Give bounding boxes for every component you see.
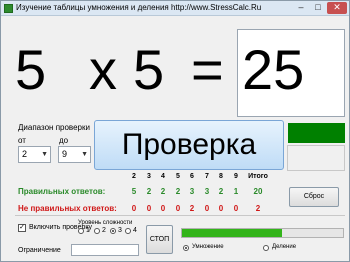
correct-count: 2 — [160, 187, 166, 196]
difficulty-radio-1[interactable] — [78, 228, 84, 234]
wrong-count-total: 2 — [255, 204, 261, 213]
difficulty-radio-3[interactable] — [110, 228, 116, 234]
from-select-value: 2 — [22, 149, 28, 159]
to-label: до — [59, 136, 69, 145]
progress-fill — [182, 229, 282, 237]
wrong-count: 0 — [233, 204, 239, 213]
mode-divide-radio[interactable] — [263, 245, 269, 251]
app-window: Изучение таблицы умножения и деления htt… — [0, 0, 350, 262]
difficulty-radio-2[interactable] — [94, 228, 100, 234]
wrong-count: 0 — [146, 204, 152, 213]
column-header: 4 — [161, 173, 165, 180]
stop-button[interactable]: СТОП — [146, 225, 173, 254]
status-indicator — [288, 123, 345, 143]
operand-b: 5 — [133, 38, 165, 101]
correct-count: 2 — [175, 187, 181, 196]
column-header: 7 — [205, 173, 209, 180]
correct-answers-label: Правильных ответов: — [18, 187, 106, 196]
correct-count: 2 — [146, 187, 152, 196]
difficulty-radio-4[interactable] — [125, 228, 131, 234]
correct-count: 5 — [131, 187, 137, 196]
wrong-count: 0 — [204, 204, 210, 213]
total-header: Итого — [248, 173, 268, 180]
correct-count-total: 20 — [253, 187, 263, 196]
wrong-count: 0 — [131, 204, 137, 213]
window-title: Изучение таблицы умножения и деления htt… — [16, 3, 262, 12]
minimize-button[interactable]: – — [293, 2, 309, 14]
progress-bar — [181, 228, 344, 238]
wrong-count: 0 — [160, 204, 166, 213]
answer-value: 25 — [242, 38, 305, 101]
from-label: от — [18, 136, 26, 145]
maximize-button[interactable]: □ — [310, 2, 326, 14]
mode-multiply-radio[interactable] — [183, 245, 189, 251]
column-header: 6 — [190, 173, 194, 180]
from-select[interactable]: 2 ▼ — [18, 146, 51, 163]
correct-count: 1 — [233, 187, 239, 196]
difficulty-radio-label: 2 — [102, 227, 106, 234]
wrong-count: 0 — [218, 204, 224, 213]
equals-sign: = — [191, 38, 224, 101]
chevron-down-icon: ▼ — [41, 151, 48, 158]
to-select[interactable]: 9 ▼ — [58, 146, 91, 163]
column-header: 9 — [234, 173, 238, 180]
difficulty-radio-label: 1 — [86, 227, 90, 234]
limit-label: Ограничение — [18, 247, 61, 254]
operand-a: 5 — [15, 38, 47, 101]
app-icon — [4, 4, 13, 13]
reset-button[interactable]: Сброс — [289, 187, 339, 207]
correct-count: 3 — [189, 187, 195, 196]
difficulty-radio-label: 3 — [118, 227, 122, 234]
limit-input[interactable] — [71, 244, 139, 256]
chevron-down-icon: ▼ — [81, 151, 88, 158]
column-header: 5 — [176, 173, 180, 180]
wrong-count: 2 — [189, 204, 195, 213]
column-header: 2 — [132, 173, 136, 180]
wrong-count: 0 — [175, 204, 181, 213]
column-header: 8 — [219, 173, 223, 180]
status-panel — [287, 145, 345, 171]
wrong-answers-label: Не правильных ответов: — [18, 204, 117, 213]
mode-divide-label: Деление — [272, 244, 297, 250]
answer-input[interactable]: 25 — [237, 29, 345, 117]
title-bar: Изучение таблицы умножения и деления htt… — [1, 1, 349, 16]
enable-check-checkbox[interactable]: ✓ — [18, 224, 26, 232]
operator-sign: x — [89, 38, 117, 101]
correct-count: 3 — [204, 187, 210, 196]
to-select-value: 9 — [62, 149, 68, 159]
correct-count: 2 — [218, 187, 224, 196]
difficulty-radio-label: 4 — [133, 227, 137, 234]
mode-multiply-label: Умножение — [192, 244, 224, 250]
close-button[interactable]: ✕ — [327, 2, 347, 14]
range-label: Диапазон проверки — [18, 123, 90, 132]
column-header: 3 — [147, 173, 151, 180]
difficulty-label: Уровень сложности — [78, 220, 133, 226]
check-button[interactable]: Проверка — [94, 120, 284, 170]
divider — [15, 215, 345, 216]
